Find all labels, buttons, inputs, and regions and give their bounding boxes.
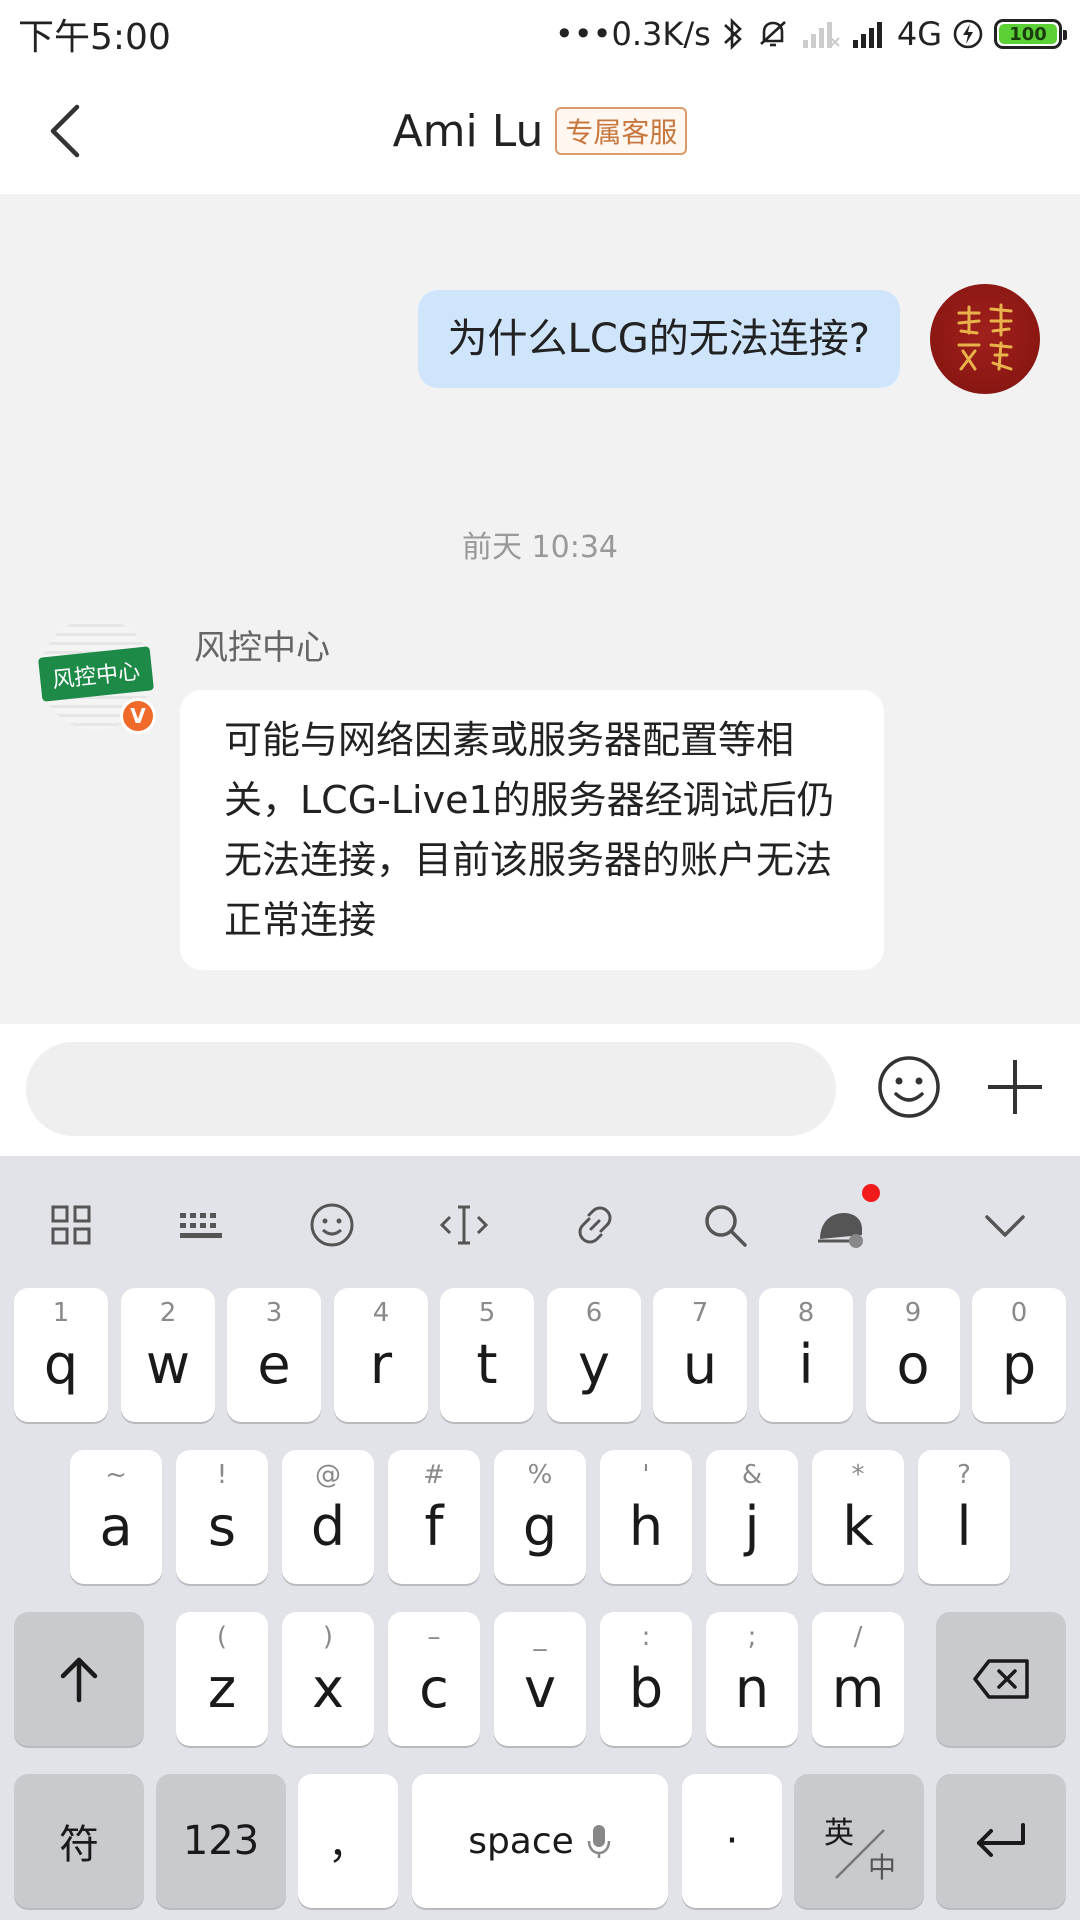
key-e[interactable]: 3e: [227, 1288, 321, 1422]
battery-indicator: 100: [994, 19, 1067, 49]
key-f[interactable]: # f: [388, 1450, 480, 1584]
status-bar: 下午5:00 •••0.3K/s 4G 100: [0, 0, 1080, 68]
my-avatar[interactable]: [930, 284, 1040, 394]
key-g[interactable]: % g: [494, 1450, 586, 1584]
network-type: 4G: [896, 15, 942, 53]
language-switch-key[interactable]: 英 中: [794, 1774, 924, 1908]
key-k[interactable]: * k: [812, 1450, 904, 1584]
key-t[interactable]: 5t: [440, 1288, 534, 1422]
key-w[interactable]: 2w: [121, 1288, 215, 1422]
contact-name: Ami Lu: [392, 105, 544, 157]
key-p[interactable]: 0p: [972, 1288, 1066, 1422]
received-message-bubble[interactable]: 可能与网络因素或服务器配置等相关，LCG-Live1的服务器经调试后仍无法连接，…: [180, 690, 884, 970]
header-title-group: Ami Lu 专属客服: [393, 106, 688, 157]
key-y[interactable]: 6y: [547, 1288, 641, 1422]
key-b[interactable]: :b: [600, 1612, 692, 1746]
input-bar: [0, 1024, 1080, 1156]
key-a[interactable]: ~ a: [70, 1450, 162, 1584]
soft-keyboard: 1q 2w 3e 4r 5t 6y 7u 8i 9o 0p ~ a ! s @ d #…: [0, 1156, 1080, 1920]
key-i[interactable]: 8i: [759, 1288, 853, 1422]
chat-header: Ami Lu 专属客服: [0, 68, 1080, 194]
collapse-keyboard-button[interactable]: [976, 1196, 1034, 1254]
smiley-icon: [878, 1056, 940, 1118]
arrow-up-icon: [60, 1657, 98, 1703]
comma-key[interactable]: ，: [298, 1774, 398, 1908]
calligraphy-avatar-icon: [957, 303, 1013, 371]
key-n[interactable]: ; n: [706, 1612, 798, 1746]
shift-key[interactable]: [14, 1612, 144, 1746]
key-z[interactable]: (z: [176, 1612, 268, 1746]
period-key[interactable]: ·: [682, 1774, 782, 1908]
key-s[interactable]: ! s: [176, 1450, 268, 1584]
key-u[interactable]: 7u: [653, 1288, 747, 1422]
key-o[interactable]: 9o: [866, 1288, 960, 1422]
sender-avatar[interactable]: 风控中心 V: [38, 618, 156, 734]
chevron-down-icon: [985, 1215, 1025, 1237]
chat-area[interactable]: 为什么LCG的无法连接? 前天 10:34 风控中心 V 风控中心 可能与网络因…: [0, 194, 1080, 1024]
charging-icon: [952, 14, 984, 54]
enter-key[interactable]: [936, 1774, 1066, 1908]
my-message-bubble[interactable]: 为什么LCG的无法连接?: [417, 290, 900, 388]
key-q[interactable]: 1q: [14, 1288, 108, 1422]
more-actions-button[interactable]: [982, 1054, 1048, 1120]
microphone-icon: [587, 1825, 611, 1858]
status-time: 下午5:00: [18, 17, 171, 58]
emoji-panel-icon[interactable]: [303, 1196, 361, 1254]
chevron-left-icon: [50, 104, 80, 158]
mute-bell-icon: [755, 14, 791, 54]
emoji-button[interactable]: [876, 1054, 942, 1120]
key-l[interactable]: ? l: [918, 1450, 1010, 1584]
enter-arrow-icon: [977, 1823, 1025, 1857]
back-button[interactable]: [30, 96, 100, 166]
net-speed: •••0.3K/s: [554, 15, 711, 53]
battery-level: 100: [999, 24, 1057, 45]
theme-skin-icon[interactable]: [812, 1184, 880, 1254]
backspace-key[interactable]: [936, 1612, 1066, 1746]
key-d[interactable]: @ d: [282, 1450, 374, 1584]
bluetooth-icon: [721, 14, 745, 54]
notification-dot: [862, 1184, 880, 1202]
verified-badge: V: [120, 698, 156, 734]
keyboard-layout-icon[interactable]: [172, 1196, 230, 1254]
key-c[interactable]: – c: [388, 1612, 480, 1746]
signal-strong-icon: [851, 14, 887, 54]
key-x[interactable]: ) x: [282, 1612, 374, 1746]
message-input[interactable]: [26, 1042, 836, 1136]
key-h[interactable]: ' h: [600, 1450, 692, 1584]
keyboard-toolbar: [0, 1156, 1080, 1286]
key-v[interactable]: _ v: [494, 1612, 586, 1746]
backspace-icon: [973, 1659, 1029, 1699]
text-cursor-icon[interactable]: [435, 1196, 493, 1254]
symbols-key[interactable]: 符: [14, 1774, 144, 1908]
divider-slash-icon: [835, 1829, 885, 1879]
key-r[interactable]: 4r: [334, 1288, 428, 1422]
plus-icon: [988, 1060, 1042, 1114]
search-icon[interactable]: [696, 1196, 754, 1254]
space-key[interactable]: space: [412, 1774, 668, 1908]
sender-name: 风控中心: [194, 628, 330, 668]
signal-weak-icon: [801, 14, 841, 54]
exclusive-service-badge: 专属客服: [555, 107, 688, 155]
key-j[interactable]: & j: [706, 1450, 798, 1584]
sender-avatar-label: 风控中心: [38, 646, 154, 702]
numbers-key[interactable]: 123: [156, 1774, 286, 1908]
message-timestamp: 前天 10:34: [462, 530, 618, 565]
key-m[interactable]: / m: [812, 1612, 904, 1746]
status-icons: •••0.3K/s 4G 100: [554, 14, 1067, 54]
grid-icon[interactable]: [42, 1196, 100, 1254]
clipboard-link-icon[interactable]: [566, 1196, 624, 1254]
